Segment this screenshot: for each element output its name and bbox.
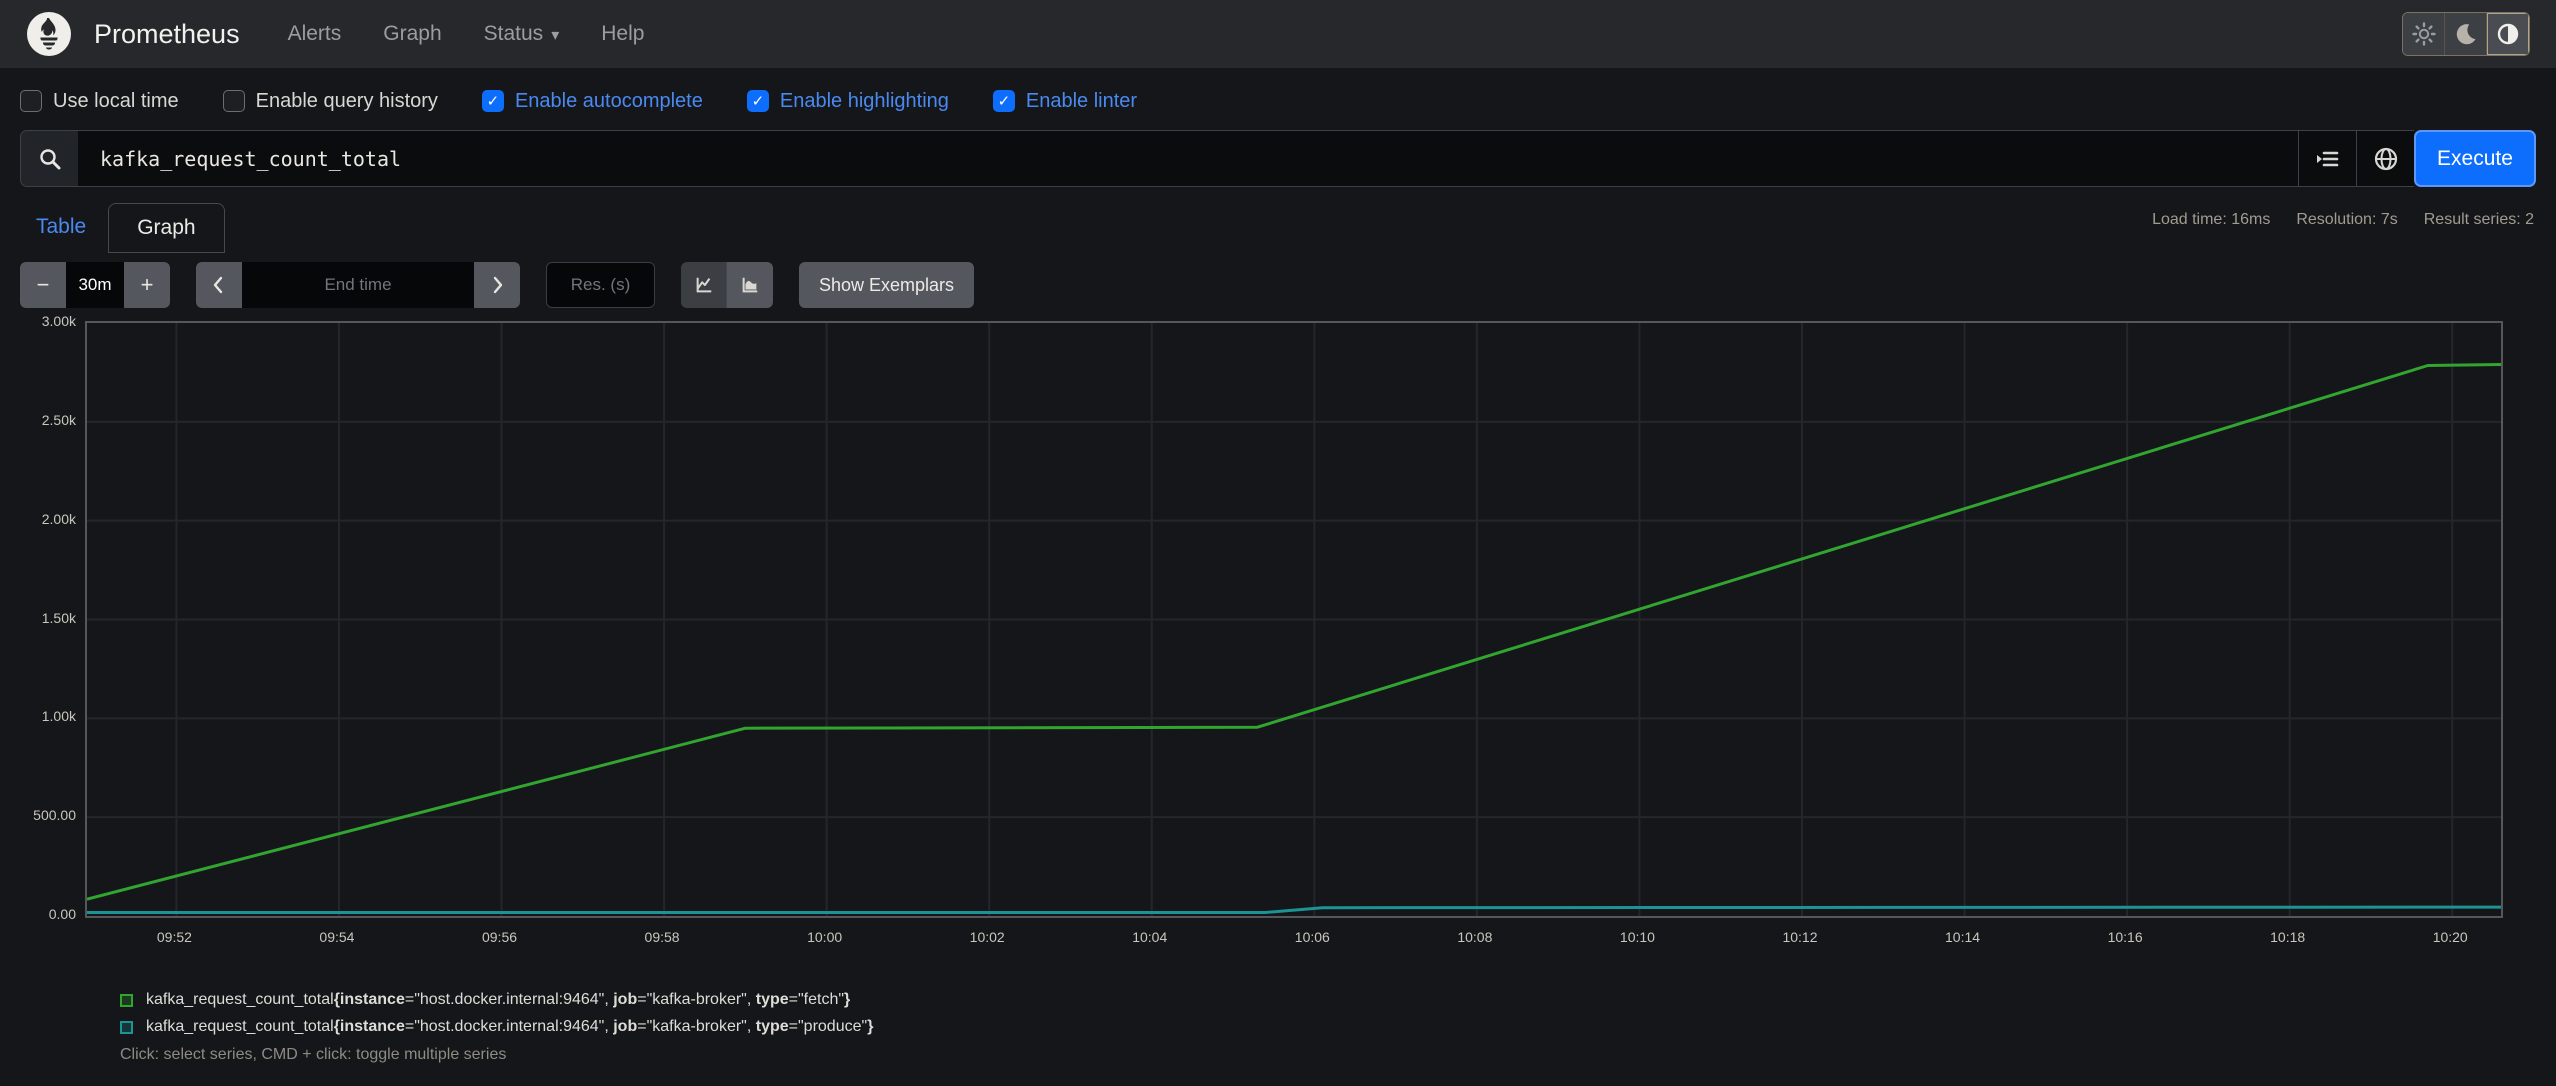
option-enable-linter[interactable]: ✓ Enable linter (992, 90, 1137, 113)
plus-icon: + (140, 272, 154, 297)
x-tick-label: 10:00 (807, 929, 843, 945)
series-swatch (120, 993, 133, 1007)
theme-toggle-group (2402, 12, 2530, 56)
explain-query-button[interactable] (2356, 130, 2414, 187)
y-tick-label: 3.00k (41, 313, 76, 329)
result-series: Result series: 2 (2423, 211, 2534, 228)
chart-area: 0.00 500.00 1.00k 1.50k 2.00k 2.50k 3.00k 09:5… (20, 313, 2536, 963)
x-tick-label: 10:16 (2107, 929, 2143, 945)
light-theme-button[interactable] (2403, 13, 2445, 55)
tab-graph[interactable]: Graph (108, 203, 225, 253)
x-tick-label: 10:08 (1457, 929, 1493, 945)
checkbox (20, 90, 42, 112)
sun-icon (2411, 22, 2436, 46)
metrics-explorer-button[interactable] (2298, 130, 2356, 187)
chart-type-toggle (681, 262, 773, 308)
y-tick-label: 1.00k (41, 708, 76, 725)
y-tick-label: 2.50k (41, 411, 76, 428)
range-control: − + (20, 262, 170, 308)
y-tick-label: 0.00 (48, 906, 76, 922)
x-tick-label: 09:54 (319, 929, 355, 945)
nav-item-graph[interactable]: Graph (383, 22, 441, 46)
y-tick-label: 500.00 (33, 807, 76, 824)
metrics-explorer-icon (2316, 151, 2338, 166)
search-icon-panel (20, 130, 78, 187)
range-input[interactable] (66, 262, 124, 308)
x-tick-label: 10:02 (969, 929, 1005, 945)
nav-item-help[interactable]: Help (601, 22, 644, 46)
x-tick-label: 10:18 (2270, 929, 2306, 945)
load-time: Load time: 16ms (2152, 211, 2271, 228)
chevron-left-icon (213, 276, 223, 294)
x-tick-label: 10:06 (1294, 929, 1330, 945)
checkbox: ✓ (992, 90, 1015, 112)
stacked-chart-icon (742, 277, 758, 293)
auto-theme-button[interactable] (2487, 13, 2529, 55)
series-label: kafka_request_count_total{instance="host… (146, 991, 851, 1008)
x-tick-label: 10:10 (1619, 929, 1655, 945)
legend-item-produce[interactable]: kafka_request_count_total{instance="host… (120, 1018, 2536, 1036)
option-use-local-time[interactable]: Use local time (20, 90, 179, 113)
minus-icon: − (36, 272, 50, 297)
x-tick-label: 09:52 (156, 929, 192, 945)
legend-item-fetch[interactable]: kafka_request_count_total{instance="host… (120, 991, 2536, 1009)
increase-range-button[interactable]: + (124, 262, 170, 308)
navbar: Prometheus Alerts Graph Status ▾ Help (0, 0, 2556, 68)
half-circle-icon (2497, 23, 2519, 45)
stacked-chart-button[interactable] (727, 262, 773, 308)
show-exemplars-button[interactable]: Show Exemplars (799, 262, 975, 308)
series-swatch (120, 1020, 133, 1034)
forward-time-button[interactable] (474, 262, 520, 308)
nav-links: Alerts Graph Status ▾ Help (288, 22, 645, 46)
option-enable-autocomplete[interactable]: ✓ Enable autocomplete (481, 90, 703, 113)
x-tick-label: 10:12 (1782, 929, 1818, 945)
legend-hint: Click: select series, CMD + click: toggl… (120, 1046, 507, 1063)
x-tick-label: 09:58 (644, 929, 680, 945)
tab-table[interactable]: Table (20, 215, 102, 253)
moon-icon (2456, 24, 2475, 45)
end-time-input[interactable] (242, 262, 474, 308)
panel-tabs: Table Graph Load time: 16ms Resolution: … (20, 201, 2536, 253)
prometheus-logo-icon[interactable] (26, 11, 72, 57)
decrease-range-button[interactable]: − (20, 262, 66, 308)
x-tick-label: 10:20 (2432, 929, 2468, 945)
graph-plot[interactable] (85, 321, 2503, 918)
endtime-control (196, 262, 520, 308)
resolution: Resolution: 7s (2296, 211, 2398, 228)
query-stats: Load time: 16ms Resolution: 7s Result se… (2152, 211, 2534, 229)
dark-theme-button[interactable] (2445, 13, 2487, 55)
resolution-input[interactable] (546, 262, 655, 308)
checkbox: ✓ (746, 90, 769, 112)
option-enable-highlighting[interactable]: ✓ Enable highlighting (746, 90, 949, 113)
chevron-right-icon (493, 276, 503, 294)
graph-controls: − + (20, 261, 2536, 309)
x-tick-label: 10:14 (1945, 929, 1981, 945)
line-chart-button[interactable] (681, 262, 727, 308)
y-tick-label: 1.50k (41, 609, 76, 626)
line-chart-icon (696, 277, 711, 293)
checkbox (222, 90, 245, 112)
query-expression-input[interactable] (78, 130, 2298, 187)
checkbox: ✓ (481, 90, 504, 112)
option-enable-query-history[interactable]: Enable query history (222, 90, 438, 113)
x-tick-label: 10:04 (1132, 929, 1168, 945)
nav-item-alerts[interactable]: Alerts (288, 22, 342, 46)
x-tick-label: 09:56 (481, 929, 518, 945)
legend: kafka_request_count_total{instance="host… (20, 991, 2536, 1036)
query-options-row: Use local time Enable query history ✓ Ena… (20, 68, 2536, 130)
app-title[interactable]: Prometheus (94, 19, 240, 50)
globe-icon (2374, 147, 2397, 170)
chevron-down-icon: ▾ (551, 27, 560, 44)
search-icon (39, 148, 60, 169)
series-label: kafka_request_count_total{instance="host… (146, 1018, 874, 1035)
query-bar: Execute (20, 130, 2536, 187)
y-tick-label: 2.00k (41, 510, 76, 527)
execute-button[interactable]: Execute (2414, 130, 2536, 187)
back-time-button[interactable] (196, 262, 242, 308)
nav-item-status[interactable]: Status ▾ (484, 22, 560, 46)
